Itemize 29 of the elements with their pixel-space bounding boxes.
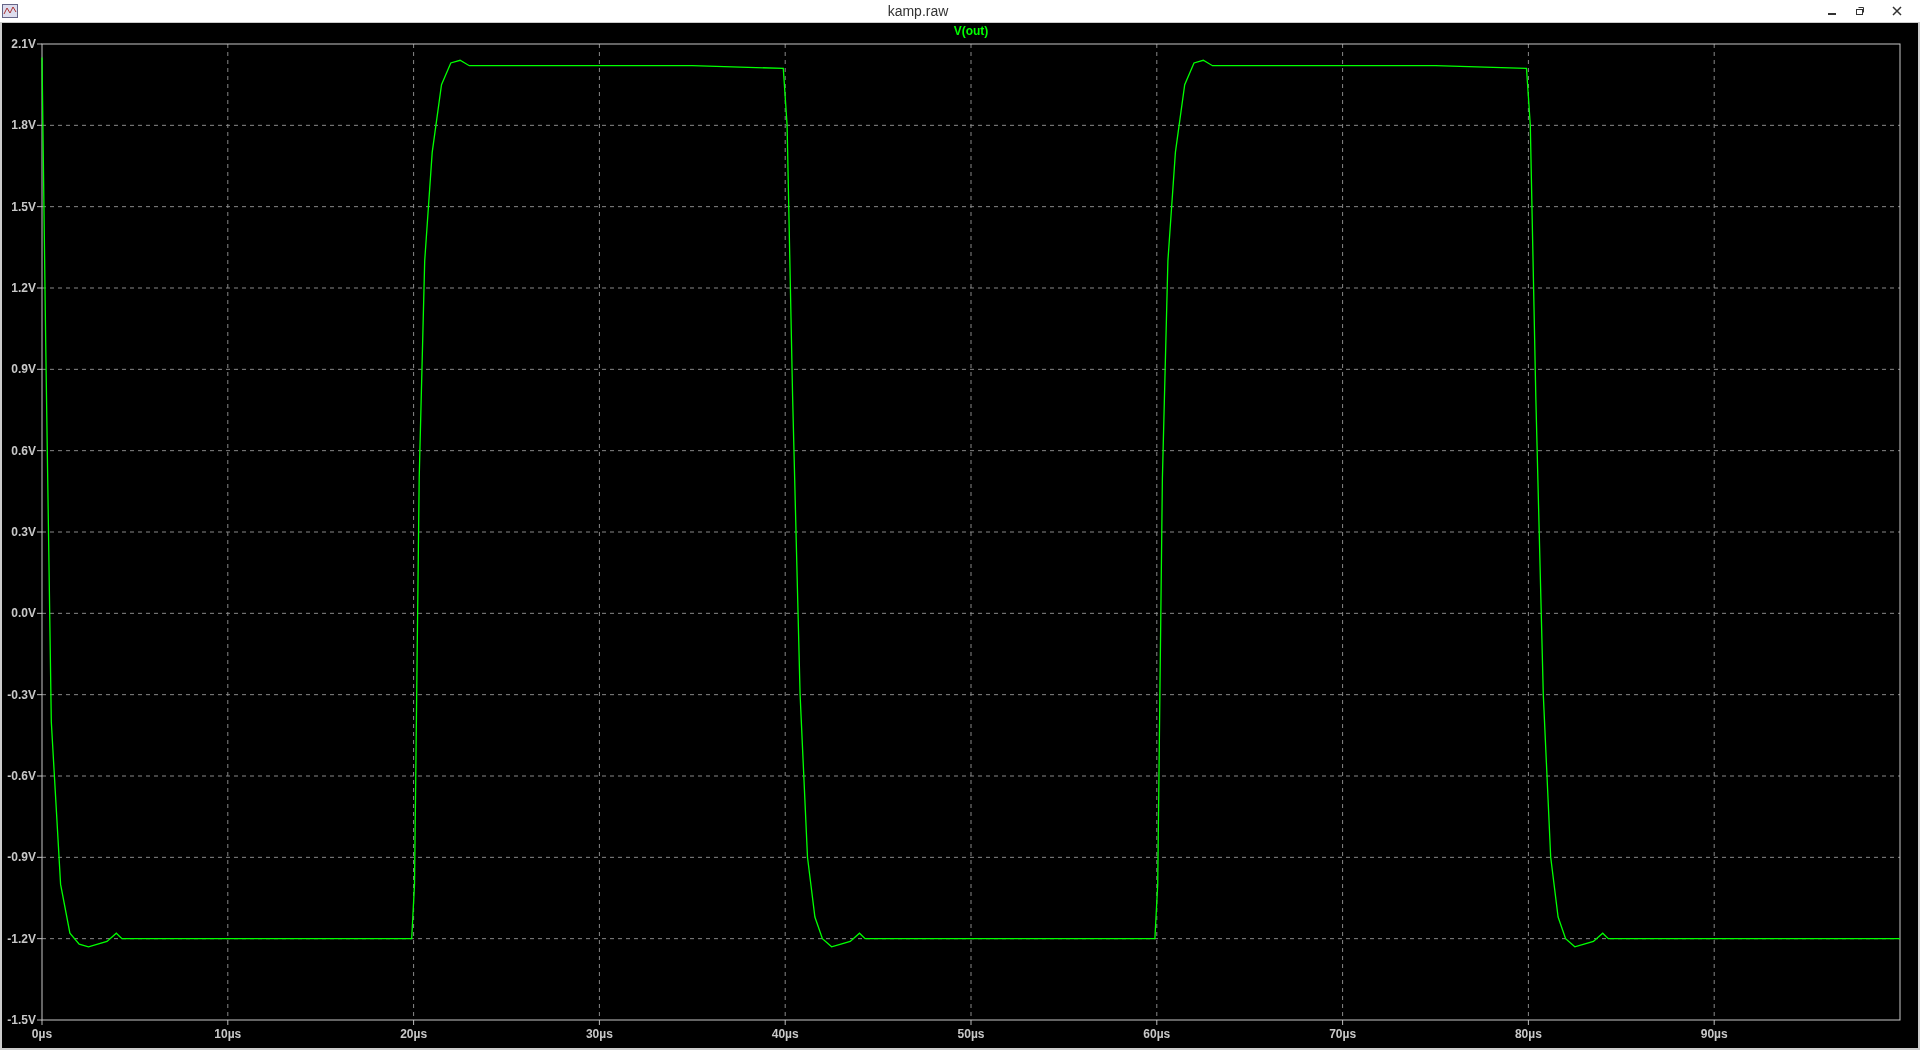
y-tick-label: 1.2V xyxy=(11,281,36,295)
x-tick-label: 0µs xyxy=(31,1027,53,1041)
y-tick-label: 0.6V xyxy=(11,443,36,458)
x-tick-label: 70µs xyxy=(1329,1027,1357,1041)
x-tick-label: 80µs xyxy=(1514,1027,1542,1041)
y-tick-label: -0.6V xyxy=(7,769,36,783)
y-tick-label: 1.8V xyxy=(11,118,36,133)
minimize-icon xyxy=(1828,13,1836,15)
trace-label[interactable]: V(out) xyxy=(953,24,989,38)
y-tick-label: -0.9V xyxy=(7,850,36,865)
y-tick-label: 0.0V xyxy=(11,606,36,621)
x-tick-label: 50µs xyxy=(957,1027,985,1041)
y-tick-label: 0.9V xyxy=(11,362,36,377)
app-icon xyxy=(2,4,18,18)
close-icon xyxy=(1892,6,1902,16)
y-tick-label: -1.2V xyxy=(7,931,36,946)
y-tick-label: 2.1V xyxy=(11,37,36,51)
x-tick-label: 30µs xyxy=(585,1027,613,1041)
restore-icon xyxy=(1855,6,1865,16)
y-tick-label: -1.5V xyxy=(7,1013,36,1027)
x-tick-label: 10µs xyxy=(214,1027,242,1041)
x-tick-label: 40µs xyxy=(771,1027,799,1041)
x-tick-label: 20µs xyxy=(400,1027,428,1041)
y-tick-label: -0.3V xyxy=(7,687,36,702)
x-tick-label: 60µs xyxy=(1143,1027,1171,1041)
window-title: kamp.raw xyxy=(886,3,950,19)
y-tick-label: 0.3V xyxy=(11,525,36,539)
y-tick-label: 1.5V xyxy=(11,199,36,214)
x-tick-label: 90µs xyxy=(1700,1027,1728,1041)
